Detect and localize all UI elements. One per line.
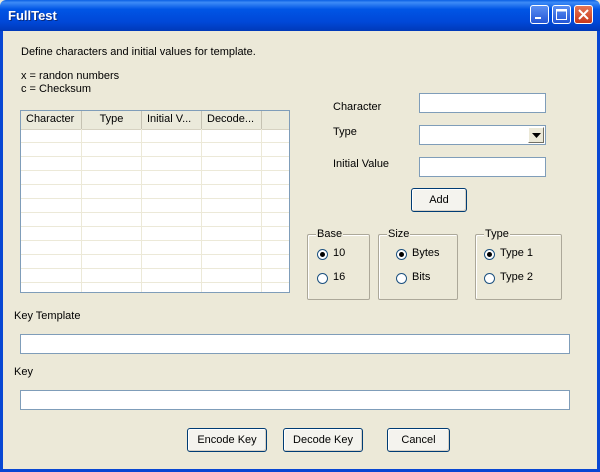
column-decode[interactable]: Decode...: [202, 111, 262, 129]
size-group: Size Bytes Bits: [378, 228, 458, 300]
base-group: Base 10 16: [307, 228, 370, 300]
column-filler: [262, 111, 289, 129]
column-type[interactable]: Type: [82, 111, 142, 129]
legend-random: x = randon numbers: [21, 70, 120, 82]
key-input[interactable]: [20, 390, 570, 410]
characters-list[interactable]: Character Type Initial V... Decode...: [20, 110, 290, 293]
grid-line: [81, 129, 82, 292]
column-character[interactable]: Character: [21, 111, 82, 129]
window-title: FullTest: [8, 8, 57, 23]
key-template-input[interactable]: [20, 334, 570, 354]
maximize-button[interactable]: [552, 5, 571, 24]
character-label: Character: [333, 101, 382, 113]
grid-line: [201, 129, 202, 292]
grid-line: [261, 129, 262, 292]
encode-key-button[interactable]: Encode Key: [187, 428, 267, 452]
legend-checksum: c = Checksum: [21, 83, 91, 95]
base-10-radio[interactable]: [317, 249, 328, 260]
type-1-radio[interactable]: [484, 249, 495, 260]
type-dropdown-button[interactable]: [528, 127, 544, 143]
title-bar[interactable]: FullTest: [0, 0, 600, 31]
grid-line: [141, 129, 142, 292]
close-icon: [578, 9, 589, 20]
column-initial-value[interactable]: Initial V...: [142, 111, 202, 129]
base-group-title: Base: [316, 228, 344, 240]
decode-key-button[interactable]: Decode Key: [283, 428, 363, 452]
add-button[interactable]: Add: [411, 188, 467, 212]
initial-value-label: Initial Value: [333, 158, 390, 170]
character-input[interactable]: [419, 93, 546, 113]
type-group-title: Type: [484, 228, 510, 240]
key-template-label: Key Template: [14, 310, 81, 322]
size-bytes-radio[interactable]: [396, 249, 407, 260]
instructions-text: Define characters and initial values for…: [21, 46, 256, 58]
key-label: Key: [14, 366, 33, 378]
list-header: Character Type Initial V... Decode...: [21, 111, 289, 130]
initial-value-input[interactable]: [419, 157, 546, 177]
cancel-button[interactable]: Cancel: [387, 428, 450, 452]
chevron-down-icon: [532, 133, 541, 138]
minimize-button[interactable]: [530, 5, 549, 24]
type-2-label[interactable]: Type 2: [500, 271, 533, 283]
type-combobox[interactable]: [419, 125, 546, 145]
size-bits-radio[interactable]: [396, 273, 407, 284]
type-1-label[interactable]: Type 1: [500, 247, 533, 259]
close-button[interactable]: [574, 5, 593, 24]
size-bits-label[interactable]: Bits: [412, 271, 430, 283]
base-16-label[interactable]: 16: [333, 271, 345, 283]
type-group: Type Type 1 Type 2: [475, 228, 562, 300]
type-2-radio[interactable]: [484, 273, 495, 284]
base-16-radio[interactable]: [317, 273, 328, 284]
list-body: [21, 129, 289, 292]
size-group-title: Size: [387, 228, 411, 240]
size-bytes-label[interactable]: Bytes: [412, 247, 440, 259]
type-label: Type: [333, 126, 357, 138]
minimize-icon: [535, 17, 541, 19]
maximize-icon: [556, 9, 567, 20]
base-10-label[interactable]: 10: [333, 247, 345, 259]
